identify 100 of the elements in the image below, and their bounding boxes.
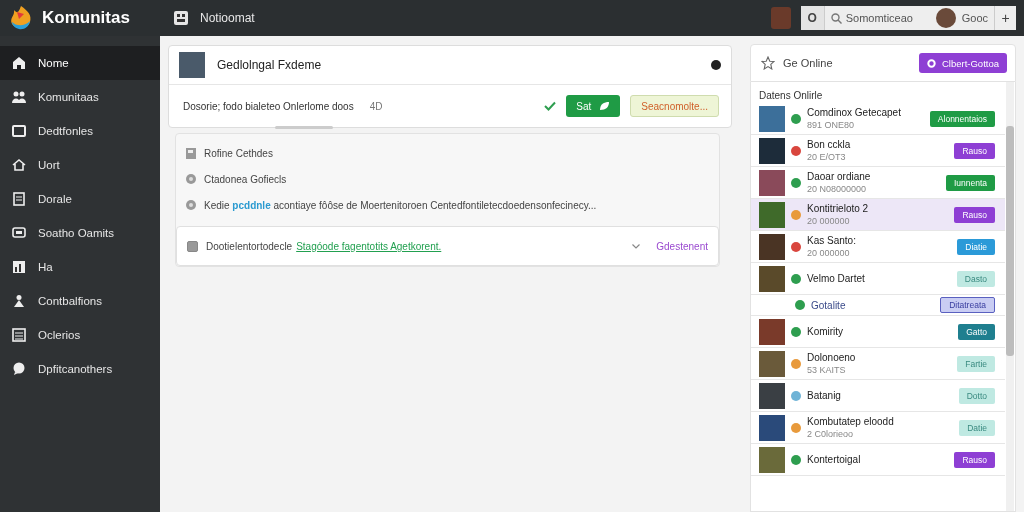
sidebar-item[interactable]: Soatho Oamits xyxy=(0,216,160,250)
secondary-button[interactable]: Seacnomolte... xyxy=(630,95,719,117)
user-row[interactable]: Batanig Dotto xyxy=(751,380,1005,412)
sidebar-item[interactable]: Komunitaas xyxy=(0,80,160,114)
user-row[interactable]: Velmo Dartet Dasto xyxy=(751,263,1005,295)
detail-text: Ctadonea Gofiecls xyxy=(204,173,287,185)
chart-icon xyxy=(12,260,26,274)
sidebar-item[interactable]: Nome xyxy=(0,46,160,80)
user-row[interactable]: Kontertoigal Rauso xyxy=(751,444,1005,476)
user-row[interactable]: Kas Santo: 20 000000 Diatie xyxy=(751,231,1005,263)
home-icon xyxy=(12,56,26,70)
sidebar-item[interactable]: Dpfitcanothers xyxy=(0,352,160,386)
scroll-thumb[interactable] xyxy=(1006,126,1014,356)
section-heading: Datens Onlirle xyxy=(758,89,824,103)
post-count: 4D xyxy=(369,100,383,112)
user-name: Komirity xyxy=(807,326,845,337)
post-title: Gedlolngal Fxdeme xyxy=(217,58,322,72)
user-photo[interactable] xyxy=(770,7,791,29)
user-photo xyxy=(759,169,785,196)
user-photo xyxy=(759,265,785,292)
row-button[interactable]: Rauso xyxy=(954,451,995,468)
tab-indicator xyxy=(275,126,333,129)
pin-person-icon xyxy=(12,294,26,308)
user-row[interactable]: Kombutatep eloodd 2 C0lorieoo Datie xyxy=(751,412,1005,444)
user-subtitle: 20 000000 xyxy=(807,248,851,258)
circle-icon xyxy=(186,200,196,210)
user-subtitle: 2 C0lorieoo xyxy=(807,429,855,439)
sidebar-item[interactable]: Dedtfonles xyxy=(0,114,160,148)
sidebar-item[interactable]: Uort xyxy=(0,148,160,182)
online-button[interactable]: Clbert-Gottoa xyxy=(918,53,1007,73)
user-row[interactable]: Komirity Gatto xyxy=(751,316,1005,348)
user-name: Kas Santo: xyxy=(807,235,857,246)
footer-link[interactable]: Stagóode fagentotits Agetkorent. xyxy=(296,240,442,252)
list-icon xyxy=(12,328,26,342)
sidebar-item[interactable]: Oclerios xyxy=(0,318,160,352)
sidebar-item[interactable]: Dorale xyxy=(0,182,160,216)
user-photo xyxy=(759,233,785,260)
star-icon xyxy=(761,56,775,70)
detail-text: Rofine Cethdes xyxy=(204,147,273,159)
row-button[interactable]: Gatto xyxy=(958,323,995,340)
user-name: Bon cckla xyxy=(807,139,852,150)
chevron-down-icon xyxy=(632,243,641,249)
author-photo xyxy=(179,52,205,78)
brand-name[interactable]: Komunitas xyxy=(42,8,130,28)
user-name: Kontitrieloto 2 xyxy=(807,203,870,214)
action-link[interactable]: Gdestenent xyxy=(656,240,708,252)
user-subtitle: 20 N08000000 xyxy=(807,184,868,194)
user-photo xyxy=(759,350,785,377)
user-name: Kontertoigal xyxy=(807,454,862,465)
user-photo xyxy=(759,318,785,345)
user-name: Gooc xyxy=(960,12,989,24)
speech-bubble-icon xyxy=(12,362,26,376)
user-photo xyxy=(759,137,785,164)
sidebar-item[interactable]: Ha xyxy=(0,250,160,284)
circle-icon xyxy=(711,60,721,70)
user-row[interactable]: Dolonoeno 53 KAITS Fartie xyxy=(751,348,1005,380)
document-icon xyxy=(12,192,26,206)
user-subtitle: 20 000000 xyxy=(807,216,851,226)
document-icon xyxy=(186,147,196,159)
user-photo xyxy=(759,382,785,409)
monitor-icon xyxy=(12,124,26,138)
search-icon xyxy=(830,12,842,24)
row-button[interactable]: Ditatreata xyxy=(940,297,995,313)
user-name: Velmo Dartet xyxy=(807,273,866,284)
user-name: Kombutatep eloodd xyxy=(807,416,895,427)
section-title: Notioomat xyxy=(200,11,255,25)
user-row[interactable]: Bon cckla 20 E/OT3 Rauso xyxy=(751,135,1005,167)
user-name: Dolonoeno xyxy=(807,352,857,363)
user-subtitle: 53 KAITS xyxy=(807,365,847,375)
row-button[interactable]: Rauso xyxy=(954,206,995,223)
user-photo xyxy=(759,414,785,441)
user-photo xyxy=(759,105,785,132)
panel-title: Ge Online xyxy=(783,57,833,69)
user-name: Gotalite xyxy=(811,299,847,311)
post-text: Dosorie; fodo bialeteo Onlerlome doos xyxy=(183,100,354,112)
search-field[interactable]: Somomticeao xyxy=(824,12,936,24)
primary-button[interactable]: Sat xyxy=(566,95,621,117)
add-button[interactable]: + xyxy=(994,6,1016,30)
user-subtitle: 20 E/OT3 xyxy=(807,152,847,162)
row-button[interactable]: Iunnenta xyxy=(945,174,995,191)
scrollbar[interactable] xyxy=(1006,82,1014,511)
user-name: Comdinox Getecapet xyxy=(807,107,902,118)
detail-text: Kedie pcddnle acontiaye fôôse de Moertenitoroen Centedfontiletecdoedensonfecinecy... xyxy=(204,199,597,211)
search-toggle-button[interactable]: O xyxy=(800,6,825,30)
circle-icon xyxy=(186,174,196,184)
user-name: Daoar ordiane xyxy=(807,171,872,182)
row-button[interactable]: Rauso xyxy=(954,142,995,159)
checkbox[interactable] xyxy=(187,240,198,252)
leaf-icon xyxy=(599,101,611,111)
user-avatar xyxy=(935,8,956,28)
user-row[interactable]: Kontitrieloto 2 20 000000 Rauso xyxy=(751,199,1005,231)
user-row[interactable]: Comdinox Getecapet 891 ONE80 Alonnentaios xyxy=(751,103,1005,135)
row-button[interactable]: Alonnentaios xyxy=(929,110,995,127)
user-subrow[interactable]: Gotalite Ditatreata xyxy=(751,295,1005,316)
user-subtitle: 891 ONE80 xyxy=(807,120,856,130)
sidebar-item[interactable]: Contbalfions xyxy=(0,284,160,318)
user-photo xyxy=(759,446,785,473)
house-icon xyxy=(12,158,26,172)
people-icon xyxy=(12,90,26,104)
check-icon xyxy=(544,101,557,111)
